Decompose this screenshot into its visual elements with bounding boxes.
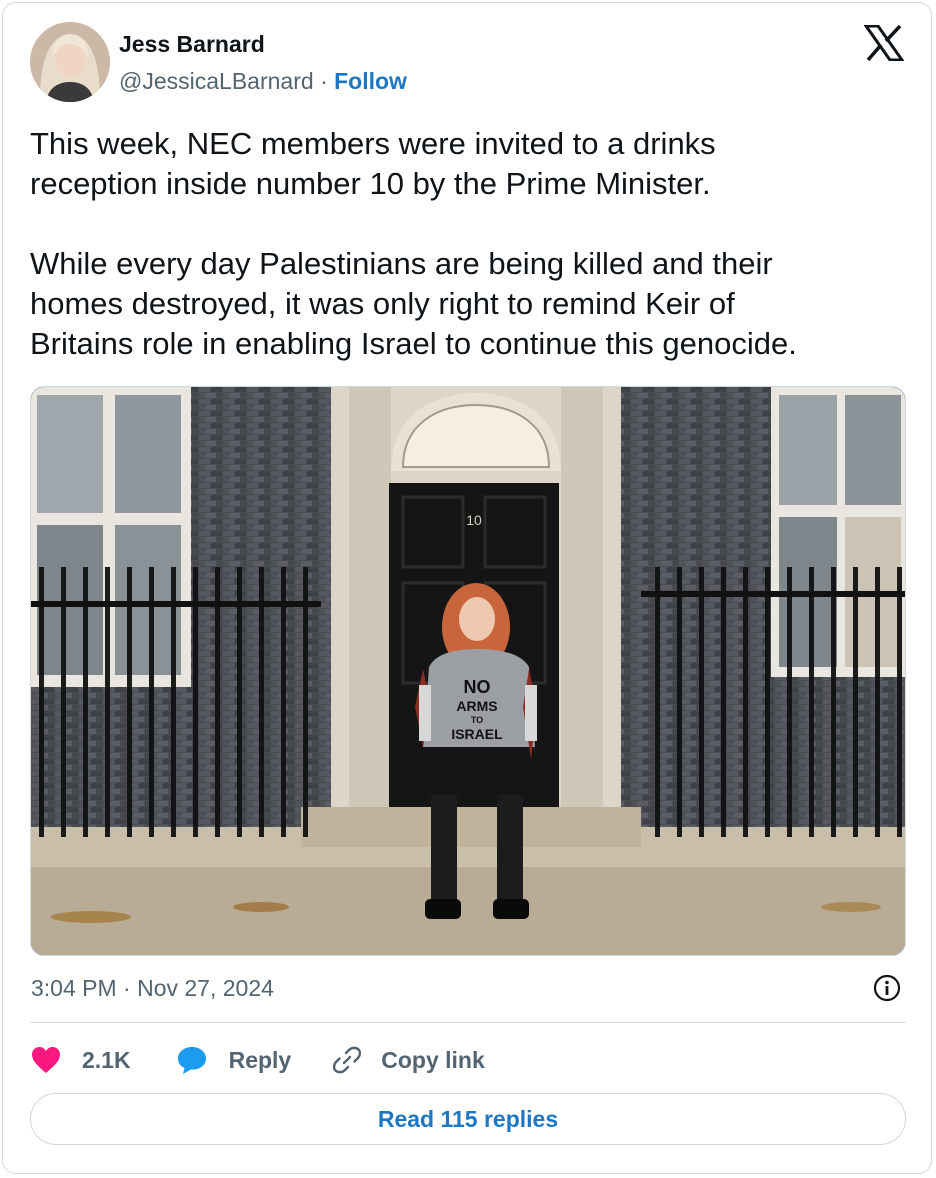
link-icon <box>331 1044 363 1076</box>
copy-link-label: Copy link <box>381 1046 485 1073</box>
shirt-text-arms: ARMS <box>456 698 497 714</box>
reply-label: Reply <box>228 1046 292 1073</box>
like-count: 2.1K <box>82 1046 131 1073</box>
shirt-text-to: TO <box>471 715 483 725</box>
author-name[interactable]: Jess Barnard <box>119 31 265 58</box>
info-icon[interactable] <box>872 973 902 1003</box>
author-handle[interactable]: @JessicaLBarnard <box>119 68 314 94</box>
copy-link-button[interactable]: Copy link <box>331 1044 485 1076</box>
heart-icon <box>30 1045 62 1075</box>
follow-button[interactable]: Follow <box>334 68 407 94</box>
door-number: 10 <box>466 512 482 528</box>
action-bar: 2.1K Reply Copy link <box>30 1040 485 1080</box>
tweet-text: This week, NEC members were invited to a… <box>30 126 797 361</box>
author-handle-row: @JessicaLBarnard · Follow <box>119 68 407 95</box>
x-logo-icon[interactable] <box>863 24 905 62</box>
handle-separator: · <box>320 68 328 94</box>
read-replies-button[interactable]: Read 115 replies <box>30 1093 906 1145</box>
tweet-photo[interactable]: 10 NO ARMS TO ISRAEL <box>30 386 906 956</box>
speech-bubble-icon <box>175 1044 209 1076</box>
divider <box>30 1022 906 1023</box>
shirt-text-israel: ISRAEL <box>451 726 503 742</box>
like-button[interactable]: 2.1K <box>30 1045 175 1075</box>
reply-button[interactable]: Reply <box>175 1044 332 1076</box>
author-avatar[interactable] <box>30 22 110 102</box>
tweet-timestamp[interactable]: 3:04 PM · Nov 27, 2024 <box>31 975 274 1002</box>
shirt-text-no: NO <box>464 677 491 697</box>
